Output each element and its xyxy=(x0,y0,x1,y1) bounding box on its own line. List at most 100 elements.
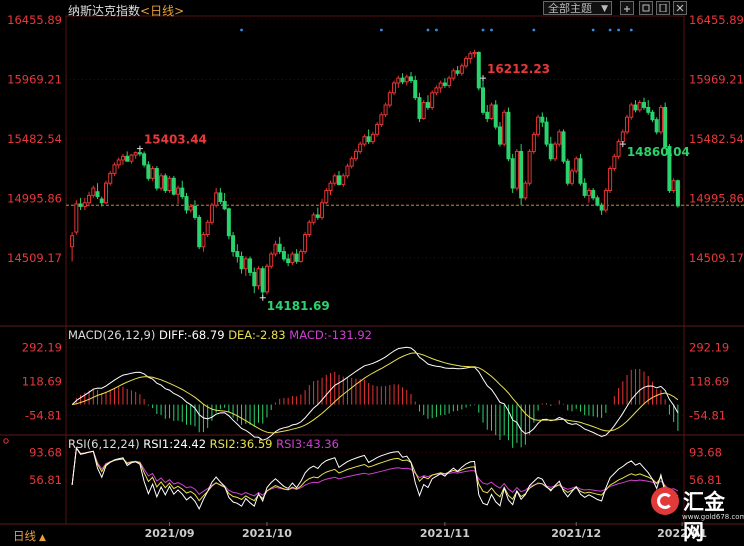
candle-body xyxy=(409,76,414,82)
high-label: 15403.44 xyxy=(144,133,207,147)
minimize-button[interactable] xyxy=(620,1,634,15)
candle-body xyxy=(527,150,532,184)
candle-body xyxy=(523,182,528,199)
candle-body xyxy=(557,131,562,145)
candle-body xyxy=(519,150,524,199)
macd-dea-value: DEA:-2.83 xyxy=(228,328,286,342)
restore-button[interactable] xyxy=(639,1,653,15)
price-axis-label-left: 14509.17 xyxy=(7,251,62,265)
candle-body xyxy=(434,87,439,94)
period-selector[interactable]: 日线 ▲ xyxy=(13,528,46,544)
candle-body xyxy=(438,82,443,89)
candle-body xyxy=(379,114,384,126)
stock-chart[interactable]: 16455.89 16455.89 15969.21 15969.21 15482.54… xyxy=(0,0,744,545)
candle-body xyxy=(603,190,608,211)
logo-icon xyxy=(651,487,679,515)
candle-body xyxy=(239,255,244,270)
candle-body xyxy=(142,153,147,166)
candle-body xyxy=(506,111,511,160)
price-axis-label-right: 15482.54 xyxy=(689,132,744,146)
candle-body xyxy=(146,164,151,179)
low-label: 14181.69 xyxy=(267,299,330,313)
candle-body xyxy=(303,233,308,253)
candle-body xyxy=(582,182,587,196)
event-marker-dot xyxy=(617,28,620,32)
candle-body xyxy=(362,136,367,145)
candle-body xyxy=(616,141,621,157)
theme-dropdown-label: 全部主题 xyxy=(548,2,592,15)
theme-dropdown[interactable]: 全部主题 ▼ xyxy=(543,1,612,15)
candle-body xyxy=(586,190,591,196)
event-marker-dot xyxy=(426,28,430,32)
candle-body xyxy=(154,168,159,189)
macd-axis-label-right: -54.81 xyxy=(689,408,726,422)
candle-body xyxy=(392,82,397,94)
candle-body xyxy=(125,155,130,162)
candle-body xyxy=(74,203,79,233)
candle-body xyxy=(137,152,142,155)
candle-body xyxy=(235,251,240,257)
candle-body xyxy=(218,192,223,203)
candle-body xyxy=(91,187,96,196)
candle-body xyxy=(243,258,248,270)
candle-body xyxy=(663,106,668,148)
macd-axis-label-left: 292.19 xyxy=(22,340,62,354)
candle-body xyxy=(273,243,278,255)
candle-body xyxy=(565,160,570,184)
maximize-button[interactable] xyxy=(656,1,670,15)
candle-body xyxy=(87,194,92,204)
candle-body xyxy=(497,126,502,145)
macd-diff-value: DIFF:-68.79 xyxy=(159,328,225,342)
candle-body xyxy=(531,133,536,152)
candle-body xyxy=(112,164,117,174)
candle-body xyxy=(612,155,617,170)
candle-body xyxy=(485,111,490,119)
candle-body xyxy=(192,205,197,218)
candle-body xyxy=(82,202,87,207)
event-marker-dot xyxy=(490,28,493,32)
candle-body xyxy=(129,154,134,162)
price-axis-label-right: 15969.21 xyxy=(689,72,744,86)
candle-body xyxy=(421,102,426,119)
candle-body xyxy=(417,97,422,119)
candle-body xyxy=(553,143,558,160)
candle-body xyxy=(404,76,409,83)
rsi1-line xyxy=(71,446,679,511)
rsi-name: RSI(6,12,24) xyxy=(68,437,140,451)
macd-axis-label-right: 118.69 xyxy=(689,374,729,388)
high-label: 16212.23 xyxy=(487,62,550,76)
candle-body xyxy=(201,233,206,248)
candle-body xyxy=(341,175,346,185)
candle-body xyxy=(336,175,341,185)
x-axis-label: 2021/12 xyxy=(551,527,601,540)
macd-name: MACD(26,12,9) xyxy=(68,328,156,342)
candle-body xyxy=(269,253,274,267)
candle-body xyxy=(536,116,541,135)
candle-body xyxy=(413,80,418,99)
price-axis-label-right: 16455.89 xyxy=(689,13,744,27)
candle-body xyxy=(366,136,371,143)
low-label: 14860.04 xyxy=(627,145,690,159)
candle-body xyxy=(375,124,380,135)
rsi-axis-label-left: 93.68 xyxy=(29,446,62,460)
price-axis-label-left: 14995.86 xyxy=(7,191,62,205)
candle-body xyxy=(264,265,269,293)
macd-diff-line xyxy=(71,346,679,441)
macd-legend: MACD(26,12,9) DIFF:-68.79 DEA:-2.83 MACD… xyxy=(68,328,372,342)
close-button[interactable] xyxy=(673,1,687,15)
candle-body xyxy=(70,235,75,248)
candle-body xyxy=(442,82,447,86)
event-marker-dot xyxy=(532,28,536,32)
candle-body xyxy=(641,102,646,108)
candle-body xyxy=(116,159,121,166)
price-axis-label-right: 14995.86 xyxy=(689,191,744,205)
candle-body xyxy=(231,235,236,253)
candle-body xyxy=(252,271,257,287)
x-axis-label: 2021/09 xyxy=(145,527,195,540)
candle-body xyxy=(544,121,549,145)
candle-body xyxy=(328,182,333,192)
event-marker-dot xyxy=(379,28,383,32)
candle-body xyxy=(349,158,354,167)
event-marker-dot xyxy=(240,28,243,32)
candle-body xyxy=(345,165,350,177)
